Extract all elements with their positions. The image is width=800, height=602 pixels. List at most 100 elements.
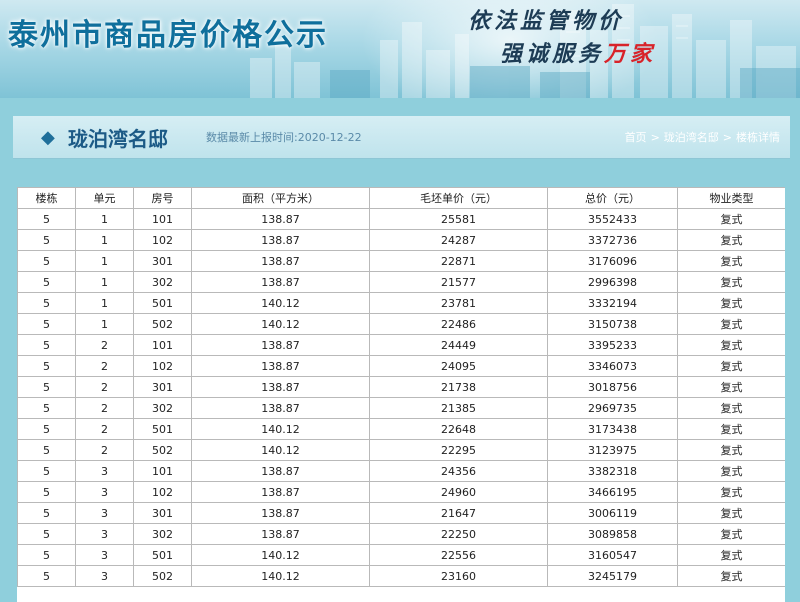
cell-total-price: 3395233: [547, 334, 678, 356]
breadcrumb-project-link[interactable]: 珑泊湾名邸: [664, 131, 719, 144]
cell-unit-price: 24095: [369, 355, 548, 377]
cell-area: 138.87: [191, 397, 370, 419]
table-row: 5 3 101 138.87 24356 3382318 复式: [17, 460, 785, 482]
table-header-row: 楼栋 单元 房号 面积（平方米） 毛坯单价（元） 总价（元） 物业类型: [17, 187, 785, 209]
cell-building: 5: [17, 397, 76, 419]
cell-building: 5: [17, 439, 76, 461]
cell-unit: 1: [75, 313, 134, 335]
cell-unit: 3: [75, 481, 134, 503]
cell-unit: 1: [75, 292, 134, 314]
cell-area: 138.87: [191, 460, 370, 482]
cell-unit: 3: [75, 565, 134, 587]
cell-total-price: 3173438: [547, 418, 678, 440]
cell-unit-price: 22648: [369, 418, 548, 440]
slogan-line-1: 依法监管物价: [468, 8, 625, 34]
cell-area: 138.87: [191, 523, 370, 545]
cell-unit: 2: [75, 376, 134, 398]
price-table-container: 楼栋 单元 房号 面积（平方米） 毛坯单价（元） 总价（元） 物业类型 5 1 10…: [17, 187, 785, 602]
cell-room: 301: [133, 376, 192, 398]
cell-room: 502: [133, 565, 192, 587]
cell-total-price: 3332194: [547, 292, 678, 314]
table-row: 5 1 101 138.87 25581 3552433 复式: [17, 208, 785, 230]
cell-building: 5: [17, 502, 76, 524]
cell-room: 102: [133, 355, 192, 377]
cell-room: 101: [133, 460, 192, 482]
price-table: 楼栋 单元 房号 面积（平方米） 毛坯单价（元） 总价（元） 物业类型 5 1 10…: [17, 187, 785, 587]
cell-room: 301: [133, 502, 192, 524]
column-header-room: 房号: [133, 187, 192, 209]
table-row: 5 3 302 138.87 22250 3089858 复式: [17, 523, 785, 545]
cell-unit-price: 21647: [369, 502, 548, 524]
cell-total-price: 3160547: [547, 544, 678, 566]
cell-building: 5: [17, 481, 76, 503]
cell-building: 5: [17, 355, 76, 377]
report-date: 数据最新上报时间:2020-12-22: [206, 131, 362, 144]
cell-unit-price: 24449: [369, 334, 548, 356]
cell-building: 5: [17, 334, 76, 356]
table-row: 5 3 102 138.87 24960 3466195 复式: [17, 481, 785, 503]
column-header-building: 楼栋: [17, 187, 76, 209]
cell-room: 302: [133, 523, 192, 545]
cell-unit-price: 25581: [369, 208, 548, 230]
cell-building: 5: [17, 544, 76, 566]
cell-total-price: 3372736: [547, 229, 678, 251]
cell-unit-price: 22871: [369, 250, 548, 272]
cell-property-type: 复式: [677, 313, 785, 335]
site-banner: 泰州市商品房价格公示 依法监管物价 强诚服务万家: [0, 0, 800, 98]
cell-property-type: 复式: [677, 418, 785, 440]
cell-building: 5: [17, 229, 76, 251]
table-row: 5 2 301 138.87 21738 3018756 复式: [17, 376, 785, 398]
cell-property-type: 复式: [677, 502, 785, 524]
cell-unit-price: 21738: [369, 376, 548, 398]
cell-area: 138.87: [191, 271, 370, 293]
cell-property-type: 复式: [677, 376, 785, 398]
cell-property-type: 复式: [677, 271, 785, 293]
table-row: 5 3 502 140.12 23160 3245179 复式: [17, 565, 785, 587]
diamond-bullet-icon: ◆: [41, 127, 55, 148]
cell-room: 101: [133, 208, 192, 230]
cell-unit: 2: [75, 355, 134, 377]
cell-unit-price: 23781: [369, 292, 548, 314]
cell-area: 138.87: [191, 355, 370, 377]
cell-room: 501: [133, 292, 192, 314]
cell-property-type: 复式: [677, 460, 785, 482]
cell-property-type: 复式: [677, 397, 785, 419]
table-row: 5 1 301 138.87 22871 3176096 复式: [17, 250, 785, 272]
cell-room: 501: [133, 418, 192, 440]
cell-area: 138.87: [191, 376, 370, 398]
cell-property-type: 复式: [677, 523, 785, 545]
cell-total-price: 2996398: [547, 271, 678, 293]
cell-total-price: 3552433: [547, 208, 678, 230]
cell-unit: 3: [75, 544, 134, 566]
cell-unit: 2: [75, 418, 134, 440]
cell-unit: 3: [75, 523, 134, 545]
table-row: 5 2 101 138.87 24449 3395233 复式: [17, 334, 785, 356]
cell-building: 5: [17, 376, 76, 398]
cell-area: 138.87: [191, 229, 370, 251]
cell-area: 140.12: [191, 544, 370, 566]
cell-unit: 1: [75, 250, 134, 272]
cell-room: 302: [133, 271, 192, 293]
table-row: 5 3 301 138.87 21647 3006119 复式: [17, 502, 785, 524]
breadcrumb-home-link[interactable]: 首页: [625, 131, 647, 144]
cell-building: 5: [17, 313, 76, 335]
cell-area: 138.87: [191, 334, 370, 356]
cell-unit: 2: [75, 397, 134, 419]
cell-area: 140.12: [191, 418, 370, 440]
cell-property-type: 复式: [677, 334, 785, 356]
cell-building: 5: [17, 418, 76, 440]
column-header-area: 面积（平方米）: [191, 187, 370, 209]
table-row: 5 2 102 138.87 24095 3346073 复式: [17, 355, 785, 377]
cell-area: 140.12: [191, 439, 370, 461]
table-row: 5 1 502 140.12 22486 3150738 复式: [17, 313, 785, 335]
cell-property-type: 复式: [677, 355, 785, 377]
cell-total-price: 3018756: [547, 376, 678, 398]
table-row: 5 2 302 138.87 21385 2969735 复式: [17, 397, 785, 419]
site-title: 泰州市商品房价格公示: [8, 18, 328, 53]
cell-unit-price: 23160: [369, 565, 548, 587]
cell-area: 138.87: [191, 481, 370, 503]
cell-area: 138.87: [191, 208, 370, 230]
cell-unit-price: 22486: [369, 313, 548, 335]
cell-total-price: 3346073: [547, 355, 678, 377]
table-row: 5 1 302 138.87 21577 2996398 复式: [17, 271, 785, 293]
